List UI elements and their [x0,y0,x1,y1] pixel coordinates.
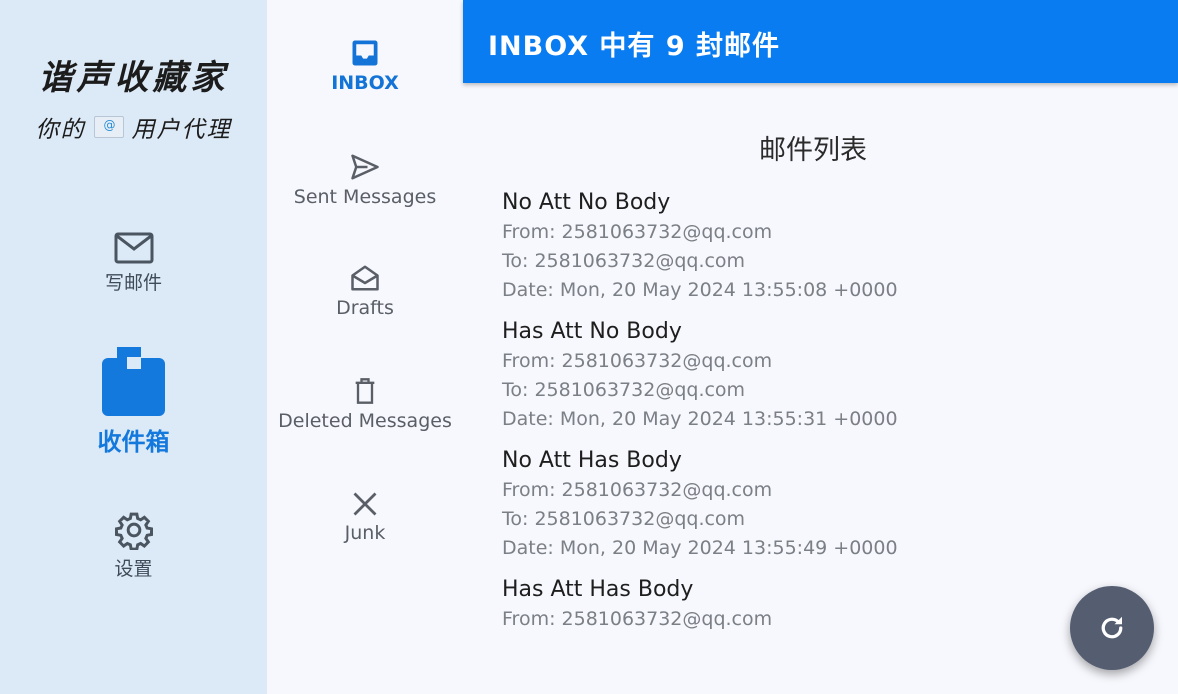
folder-label: Junk [344,522,386,544]
folder-junk[interactable]: Junk [267,490,463,544]
folder-label: INBOX [331,72,399,94]
folder-list: INBOX Sent Messages Drafts Deleted Messa… [267,0,463,694]
refresh-icon [1101,616,1123,639]
inbox-tray-icon [352,40,378,66]
drafts-icon [351,265,379,291]
page-title: INBOX 中有 9 封邮件 [488,31,781,62]
rail-item-compose[interactable]: 写邮件 [0,232,267,295]
email-list-item[interactable]: No Att No Body From: 2581063732@qq.com T… [502,188,1102,305]
email-list-item[interactable]: Has Att Has Body From: 2581063732@qq.com [502,575,1102,634]
email-from: From: 2581063732@qq.com [502,350,773,372]
folder-sent[interactable]: Sent Messages [267,152,463,208]
email-subject: Has Att No Body [502,319,682,344]
email-date: Date: Mon, 20 May 2024 13:55:31 +0000 [502,408,898,430]
email-subject: No Att Has Body [502,448,682,473]
rail-item-label: 收件箱 [97,428,170,456]
app-window: 谐声收藏家 你的 用户代理 写邮件 收件箱 [0,0,1178,694]
app-brand: 谐声收藏家 [38,58,229,98]
rail-item-inbox[interactable]: 收件箱 [0,346,267,457]
email-to: To: 2581063732@qq.com [502,250,746,272]
folder-drafts[interactable]: Drafts [267,263,463,319]
email-date: Date: Mon, 20 May 2024 13:55:49 +0000 [502,537,898,559]
email-list-item[interactable]: Has Att No Body From: 2581063732@qq.com … [502,317,1102,434]
tagline-prefix: 你的 [35,117,86,143]
gear-icon [114,512,153,550]
mail-icon [114,232,153,264]
send-icon [351,154,379,180]
email-from: From: 2581063732@qq.com [502,221,773,243]
email-to: To: 2581063732@qq.com [502,379,746,401]
rail-item-settings[interactable]: 设置 [0,510,267,581]
rail-item-label: 设置 [114,558,153,580]
close-icon [353,492,377,516]
folder-label: Deleted Messages [278,410,452,432]
email-from: From: 2581063732@qq.com [502,608,773,630]
rail-item-label: 写邮件 [104,272,162,294]
email-subject: No Att No Body [502,190,671,215]
app-tagline: 你的 用户代理 [0,110,267,144]
email-subject: Has Att Has Body [502,577,694,602]
email-list-title: 邮件列表 [759,135,867,166]
folder-label: Sent Messages [293,186,437,208]
email-from: From: 2581063732@qq.com [502,479,773,501]
folder-inbox[interactable]: INBOX [267,38,463,94]
nav-rail: 谐声收藏家 你的 用户代理 写邮件 收件箱 [0,0,267,694]
trash-icon [355,378,375,404]
email-to: To: 2581063732@qq.com [502,508,746,530]
refresh-button[interactable] [1070,586,1154,670]
email-list-item[interactable]: No Att Has Body From: 2581063732@qq.com … [502,446,1102,563]
folder-deleted[interactable]: Deleted Messages [267,376,463,432]
envelope-emoji-icon [93,116,124,138]
top-app-bar: INBOX 中有 9 封邮件 [463,0,1178,83]
tagline-suffix: 用户代理 [131,117,232,143]
folder-label: Drafts [336,297,394,319]
email-date: Date: Mon, 20 May 2024 13:55:08 +0000 [502,279,898,301]
inbox-icon [101,347,165,416]
